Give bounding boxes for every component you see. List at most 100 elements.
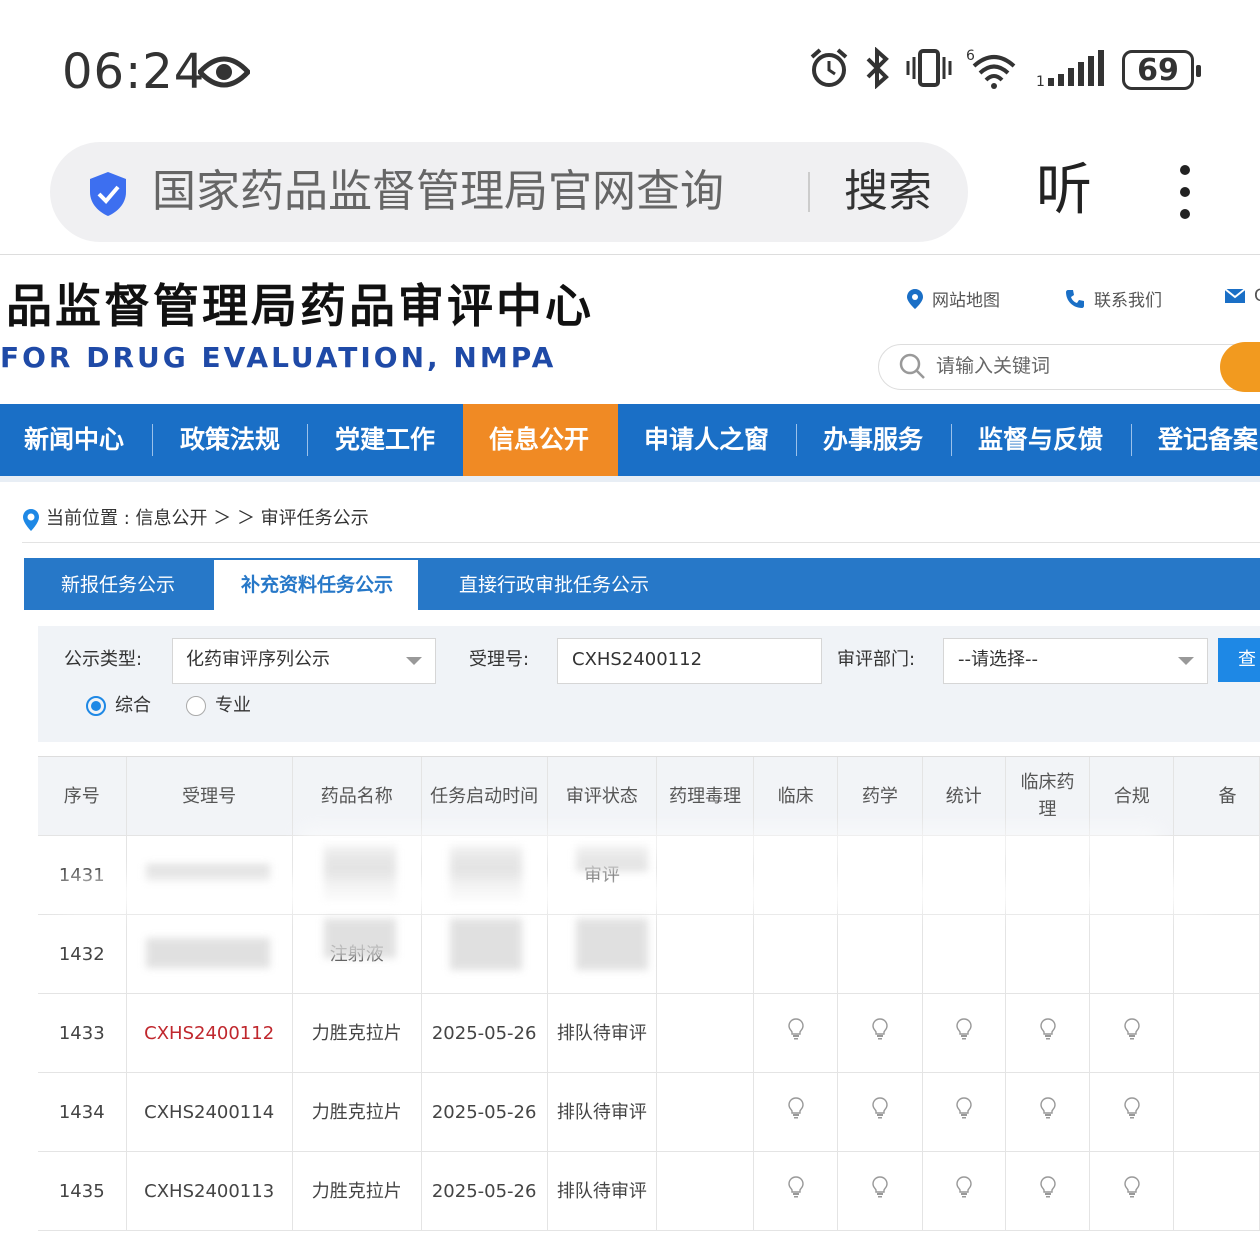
header-compliance: 合规 xyxy=(1089,757,1175,836)
cell-seq: 1435 xyxy=(38,1151,127,1231)
cell-drug-name: 力胜克拉片 xyxy=(292,1072,422,1152)
nav-item-news[interactable]: 新闻中心 xyxy=(24,404,124,476)
cell-pharm-tox xyxy=(656,914,755,994)
header-drug-name: 药品名称 xyxy=(292,757,422,836)
type-select-value: 化药审评序列公示 xyxy=(186,649,330,670)
lightbulb-icon[interactable] xyxy=(787,1176,804,1206)
acceptance-input-value: CXHS2400112 xyxy=(572,649,703,670)
cell-pharm-tox xyxy=(656,1072,755,1152)
cell-start-time: 2025-05-26 xyxy=(421,1151,548,1231)
lightbulb-icon[interactable] xyxy=(787,1097,804,1127)
blurred-cell xyxy=(146,938,270,968)
nav-separator xyxy=(951,424,952,456)
mail-label: C xyxy=(1254,286,1260,306)
radio-professional[interactable] xyxy=(186,696,206,716)
nav-shadow xyxy=(0,476,1260,482)
search-query[interactable]: 国家药品监督管理局官网查询 xyxy=(152,162,724,222)
cell-remarks xyxy=(1173,1151,1260,1231)
cell-pharm-tox xyxy=(656,993,755,1073)
lightbulb-icon[interactable] xyxy=(956,1097,972,1127)
cell-acceptance[interactable]: CXHS2400114 xyxy=(126,1072,293,1152)
header-statistics: 统计 xyxy=(922,757,1006,836)
nav-item-policy[interactable]: 政策法规 xyxy=(180,404,280,476)
nav-item-applicant[interactable]: 申请人之窗 xyxy=(644,404,769,476)
nav-separator xyxy=(1131,424,1132,456)
breadcrumb: 当前位置 : 信息公开 ＞ ＞ 审评任务公示 xyxy=(46,508,369,529)
tab-supplement-tasks[interactable]: 补充资料任务公示 xyxy=(241,558,393,610)
radio-comprehensive[interactable] xyxy=(86,696,106,716)
dept-select-value: --请选择-- xyxy=(958,649,1038,670)
lightbulb-icon[interactable] xyxy=(872,1176,888,1206)
location-pin-icon xyxy=(907,288,923,309)
status-icons: 6 1 69 xyxy=(808,46,1201,94)
nav-item-services[interactable]: 办事服务 xyxy=(823,404,923,476)
nav-item-registration[interactable]: 登记备案 xyxy=(1158,404,1258,476)
search-button[interactable]: 搜索 xyxy=(844,162,932,222)
cell-review-unit xyxy=(922,914,1006,994)
lightbulb-icon[interactable] xyxy=(1039,1176,1056,1206)
browser-divider xyxy=(0,254,1260,255)
alarm-icon xyxy=(808,47,850,93)
cell-status: 排队待审评 xyxy=(547,1151,658,1231)
blurred-cell xyxy=(450,918,522,970)
lightbulb-icon[interactable] xyxy=(1124,1097,1140,1127)
shield-icon xyxy=(86,170,130,222)
nav-separator xyxy=(307,424,308,456)
site-subtitle: FOR DRUG EVALUATION, NMPA xyxy=(0,341,557,374)
blurred-cell xyxy=(324,918,396,958)
tab-direct-approval[interactable]: 直接行政审批任务公示 xyxy=(459,558,649,610)
privacy-smudge xyxy=(60,880,1210,908)
lightbulb-icon[interactable] xyxy=(1124,1176,1140,1206)
cell-start-time: 2025-05-26 xyxy=(421,1072,548,1152)
table-row: 1433 CXHS2400112 力胜克拉片 2025-05-26 排队待审评 xyxy=(38,993,1260,1073)
header-acceptance: 受理号 xyxy=(126,757,293,836)
tab-new-tasks[interactable]: 新报任务公示 xyxy=(61,558,175,610)
contact-link[interactable]: 联系我们 xyxy=(1064,286,1162,311)
cell-remarks xyxy=(1173,993,1260,1073)
lightbulb-icon[interactable] xyxy=(872,1018,888,1048)
battery-icon: 69 xyxy=(1122,50,1201,90)
more-icon[interactable] xyxy=(1178,162,1192,226)
site-search-placeholder: 请输入关键词 xyxy=(936,355,1051,377)
nav-item-party[interactable]: 党建工作 xyxy=(335,404,435,476)
cell-seq: 1432 xyxy=(38,914,127,994)
cell-drug-name: 力胜克拉片 xyxy=(292,993,422,1073)
cell-pharm-tox xyxy=(656,1151,755,1231)
search-icon xyxy=(898,352,926,384)
radio-dot xyxy=(91,701,101,711)
lightbulb-icon[interactable] xyxy=(956,1018,972,1048)
header-seq: 序号 xyxy=(38,757,127,836)
lightbulb-icon[interactable] xyxy=(1039,1097,1056,1127)
cell-review-unit xyxy=(922,993,1006,1073)
nav-separator xyxy=(796,424,797,456)
nav-item-info-public[interactable]: 信息公开 xyxy=(489,404,589,476)
cell-start-time: 2025-05-26 xyxy=(421,993,548,1073)
table-row: 1434 CXHS2400114 力胜克拉片 2025-05-26 排队待审评 xyxy=(38,1072,1260,1152)
nav-item-feedback[interactable]: 监督与反馈 xyxy=(978,404,1103,476)
mail-link[interactable]: C xyxy=(1224,286,1260,306)
site-title: 品监督管理局药品审评中心 xyxy=(6,279,594,333)
query-button[interactable]: 查 xyxy=(1218,638,1260,682)
eye-icon xyxy=(196,52,252,96)
cell-acceptance[interactable]: CXHS2400113 xyxy=(126,1151,293,1231)
cell-review-unit xyxy=(1089,1151,1175,1231)
cell-status: 排队待审评 xyxy=(547,993,658,1073)
cell-review-unit xyxy=(837,914,923,994)
privacy-smudge xyxy=(300,830,1160,856)
cell-review-unit xyxy=(753,1151,839,1231)
cell-seq: 1433 xyxy=(38,993,127,1073)
lightbulb-icon[interactable] xyxy=(956,1176,972,1206)
lightbulb-icon[interactable] xyxy=(1124,1018,1140,1048)
listen-button[interactable]: 听 xyxy=(1036,156,1092,226)
blurred-cell xyxy=(576,918,648,970)
header-clinical: 临床 xyxy=(753,757,839,836)
lightbulb-icon[interactable] xyxy=(1039,1018,1056,1048)
cell-acceptance[interactable]: CXHS2400112 xyxy=(126,993,293,1073)
radio-comprehensive-label: 综合 xyxy=(115,695,151,716)
breadcrumb-divider xyxy=(22,542,1260,543)
lightbulb-icon[interactable] xyxy=(872,1097,888,1127)
lightbulb-icon[interactable] xyxy=(787,1018,804,1048)
location-pin-icon xyxy=(22,508,40,536)
cell-review-unit xyxy=(837,1151,923,1231)
sitemap-link[interactable]: 网站地图 xyxy=(906,286,1000,311)
